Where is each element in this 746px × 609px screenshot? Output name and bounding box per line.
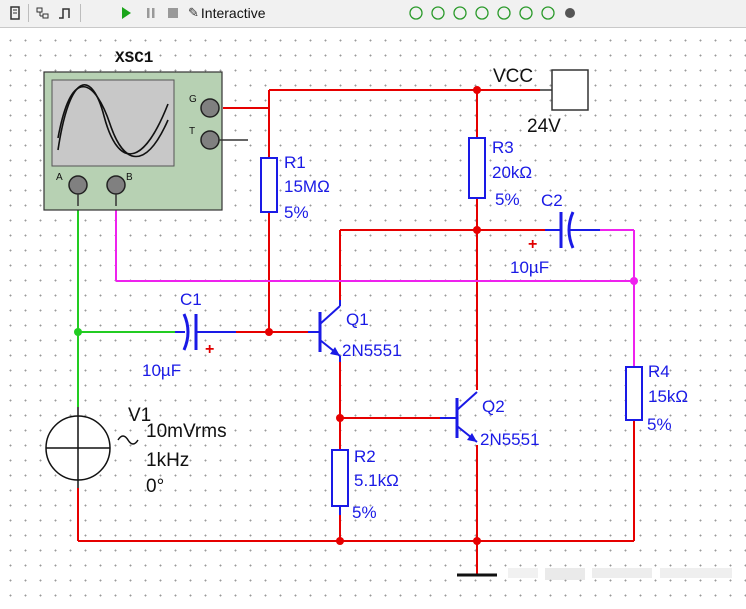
q1-ref-label: Q1 <box>346 310 369 329</box>
vcc-source[interactable] <box>540 69 589 111</box>
scope-ref-label: XSC1 <box>115 49 153 67</box>
transistor-q1[interactable] <box>308 300 341 362</box>
junction-dot <box>336 414 344 422</box>
scope-terminal-t <box>200 130 220 150</box>
oscilloscope-xsc1[interactable]: G T A B <box>43 71 248 211</box>
resistor-r2[interactable] <box>331 449 349 515</box>
c1-value-label: 10µF <box>142 361 181 380</box>
v1-amplitude-label: 10mVrms <box>146 421 227 442</box>
scope-terminal-a <box>68 175 88 195</box>
transistor-q2[interactable] <box>440 391 478 443</box>
r4-tol-label: 5% <box>647 415 672 434</box>
r1-value-label: 15MΩ <box>284 177 330 196</box>
sine-icon <box>117 435 139 445</box>
q2-model-label: 2N5551 <box>480 430 540 449</box>
schematic: G T A B XSC1 VCC 24V R1 15MΩ 5% R3 20kΩ … <box>43 49 732 580</box>
scope-pin-a-label: A <box>56 172 63 183</box>
vcc-value-label: 24V <box>527 116 561 137</box>
r2-tol-label: 5% <box>352 503 377 522</box>
r3-tol-label: 5% <box>495 190 520 209</box>
q1-model-label: 2N5551 <box>342 341 402 360</box>
r1-ref-label: R1 <box>284 153 306 172</box>
c2-value-label: 10µF <box>510 258 549 277</box>
r4-value-label: 15kΩ <box>648 387 688 406</box>
junction-dot <box>265 328 273 336</box>
scope-terminal-b <box>106 175 126 195</box>
junction-dot <box>473 86 481 94</box>
junction-dot <box>74 328 82 336</box>
r2-ref-label: R2 <box>354 447 376 466</box>
scope-pin-t-label: T <box>189 126 195 137</box>
c1-plus-label: + <box>205 341 214 358</box>
scope-terminal-g <box>200 98 220 118</box>
scope-pin-g-label: G <box>189 94 197 105</box>
c2-plus-label: + <box>528 236 537 253</box>
vcc-name-label: VCC <box>493 66 533 87</box>
r4-ref-label: R4 <box>648 362 670 381</box>
q2-ref-label: Q2 <box>482 397 505 416</box>
v1-phase-label: 0° <box>146 476 164 497</box>
junction-dot <box>473 537 481 545</box>
resistor-r3[interactable] <box>468 137 486 199</box>
scope-pin-b-label: B <box>126 172 133 183</box>
resistor-r1[interactable] <box>260 157 278 213</box>
capacitor-c2[interactable] <box>545 211 600 249</box>
r2-value-label: 5.1kΩ <box>354 471 399 490</box>
r1-tol-label: 5% <box>284 203 309 222</box>
junction-dot <box>473 226 481 234</box>
r3-value-label: 20kΩ <box>492 163 532 182</box>
c1-ref-label: C1 <box>180 290 202 309</box>
scope-screen <box>51 79 175 167</box>
ac-source-v1[interactable] <box>45 407 139 488</box>
v1-frequency-label: 1kHz <box>146 450 189 471</box>
resistor-r4[interactable] <box>625 366 643 421</box>
junction-dot <box>630 277 638 285</box>
watermark-blur <box>508 568 732 580</box>
junction-dot <box>336 537 344 545</box>
r3-ref-label: R3 <box>492 138 514 157</box>
c2-ref-label: C2 <box>541 191 563 210</box>
